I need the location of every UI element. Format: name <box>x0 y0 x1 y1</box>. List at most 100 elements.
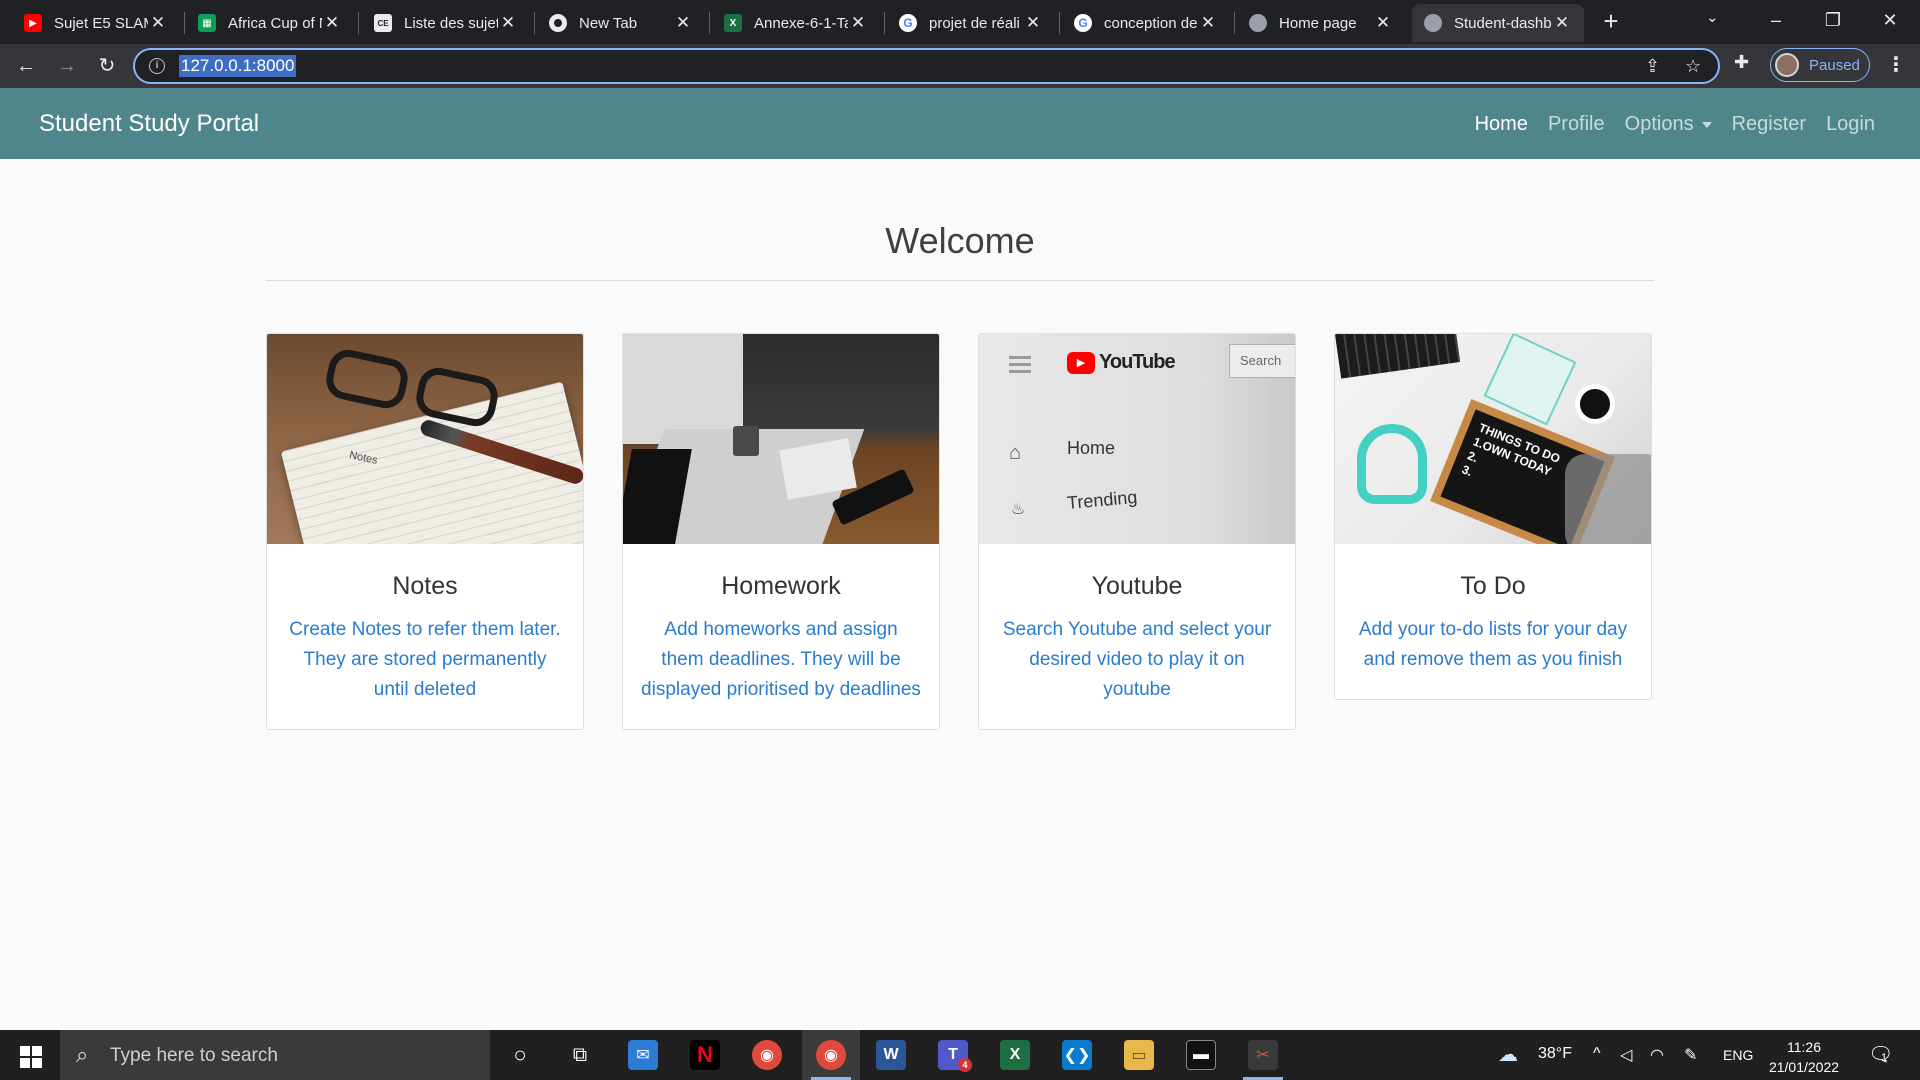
tab-separator <box>709 12 710 34</box>
card-description[interactable]: Add your to-do lists for your day and re… <box>1335 601 1651 699</box>
browser-tab[interactable]: New Tab ✕ <box>537 4 705 42</box>
taskbar-search-box[interactable]: ⌕ Type here to search <box>60 1030 490 1080</box>
site-brand[interactable]: Student Study Portal <box>39 110 259 138</box>
browser-tab[interactable]: CE Liste des sujet ✕ <box>362 4 530 42</box>
tab-title: Home page <box>1279 14 1357 32</box>
file-explorer-icon[interactable]: ▭ <box>1124 1040 1154 1070</box>
notes-image: Notes <box>267 334 583 544</box>
tab-title: Africa Cup of N <box>228 14 322 32</box>
browser-tab-active[interactable]: Student-dashb ✕ <box>1412 4 1584 42</box>
reload-button[interactable]: ↻ <box>91 50 123 82</box>
close-icon[interactable]: ✕ <box>322 13 342 33</box>
netflix-icon[interactable]: N <box>690 1040 720 1070</box>
terminal-icon[interactable]: ▬ <box>1186 1040 1216 1070</box>
forward-button[interactable]: → <box>51 50 83 82</box>
restore-button[interactable]: ❐ <box>1805 4 1861 36</box>
profile-button[interactable]: Paused <box>1770 48 1870 82</box>
weather-temperature[interactable]: 38°F <box>1538 1045 1572 1063</box>
globe-icon <box>1424 14 1442 32</box>
close-icon[interactable]: ✕ <box>1373 13 1393 33</box>
excel-icon: X <box>724 14 742 32</box>
volume-icon[interactable]: ◁ <box>1620 1045 1632 1065</box>
card-title: Homework <box>721 572 841 600</box>
teams-badge: 4 <box>958 1058 972 1072</box>
system-clock[interactable]: 11:26 21/01/2022 <box>1768 1037 1840 1077</box>
bookmark-star-icon[interactable]: ☆ <box>1685 56 1701 77</box>
tab-separator <box>884 12 885 34</box>
weather-cloud-icon[interactable]: ☁ <box>1498 1042 1518 1067</box>
vscode-icon[interactable]: ❮❯ <box>1062 1040 1092 1070</box>
snipping-tool-icon[interactable]: ✂ <box>1248 1040 1278 1070</box>
url-text[interactable]: 127.0.0.1:8000 <box>179 55 297 77</box>
tab-separator <box>358 12 359 34</box>
youtube-menu-home: Home <box>1067 438 1116 458</box>
close-icon[interactable]: ✕ <box>1552 13 1572 33</box>
close-icon[interactable]: ✕ <box>148 13 168 33</box>
youtube-icon: ▶ <box>1067 352 1095 374</box>
browser-tab[interactable]: G projet de réali ✕ <box>887 4 1055 42</box>
close-icon[interactable]: ✕ <box>1198 13 1218 33</box>
nav-options-dropdown[interactable]: Options <box>1625 113 1712 136</box>
caret-down-icon <box>1701 121 1712 128</box>
windows-start-icon[interactable] <box>20 1046 42 1068</box>
tab-title: Student-dashb <box>1454 14 1552 32</box>
network-icon[interactable]: ◠ <box>1650 1045 1664 1065</box>
cortana-icon[interactable]: ○ <box>505 1040 535 1070</box>
share-icon[interactable]: ⇪ <box>1645 56 1660 77</box>
tab-title: projet de réali <box>929 14 1020 32</box>
card-description[interactable]: Create Notes to refer them later. They a… <box>267 601 583 729</box>
browser-tab[interactable]: X Annexe-6-1-Ta ✕ <box>712 4 880 42</box>
notes-card[interactable]: Notes Notes Create Notes to refer them l… <box>266 333 584 730</box>
tab-title: conception de <box>1104 14 1198 32</box>
extensions-puzzle-icon[interactable]: ✚ <box>1734 52 1749 73</box>
minimize-button[interactable]: – <box>1748 4 1804 36</box>
taskbar-search-placeholder: Type here to search <box>110 1045 278 1066</box>
mail-icon[interactable]: ✉ <box>628 1040 658 1070</box>
windows-taskbar: ⌕ Type here to search ○ ⧉ ✉ N ◉ ◉ W T4 X… <box>0 1030 1920 1080</box>
youtube-logo-text: YouTube <box>1099 351 1176 373</box>
browser-tab-strip: ▶ Sujet E5 SLAM ✕ ▦ Africa Cup of N ✕ CE… <box>0 0 1920 44</box>
chrome-profile-icon[interactable]: ◉ <box>752 1040 782 1070</box>
new-tab-button[interactable]: + <box>1596 6 1626 36</box>
browser-menu-icon[interactable]: ⋮ <box>1886 52 1906 77</box>
task-view-icon[interactable]: ⧉ <box>565 1040 595 1070</box>
browser-tab[interactable]: ▶ Sujet E5 SLAM ✕ <box>12 4 180 42</box>
excel-icon[interactable]: X <box>1000 1040 1030 1070</box>
chrome-icon[interactable]: ◉ <box>816 1040 846 1070</box>
tab-search-chevron-icon[interactable]: ⌄ <box>1706 8 1719 26</box>
homework-card[interactable]: Homework Add homeworks and assign them d… <box>622 333 940 730</box>
close-icon[interactable]: ✕ <box>673 13 693 33</box>
nav-login-link[interactable]: Login <box>1826 113 1875 136</box>
back-button[interactable]: ← <box>10 50 42 82</box>
browser-tab[interactable]: G conception de ✕ <box>1062 4 1230 42</box>
browser-tab[interactable]: ▦ Africa Cup of N ✕ <box>186 4 354 42</box>
close-icon[interactable]: ✕ <box>848 13 868 33</box>
tab-separator <box>1059 12 1060 34</box>
card-description[interactable]: Search Youtube and select your desired v… <box>979 601 1295 729</box>
window-close-button[interactable]: ✕ <box>1862 4 1918 36</box>
close-icon[interactable]: ✕ <box>498 13 518 33</box>
notifications-icon[interactable]: 🗨 1 <box>1868 1042 1893 1067</box>
nav-home-link[interactable]: Home <box>1475 113 1528 136</box>
clock-date: 21/01/2022 <box>1768 1059 1840 1075</box>
browser-tab[interactable]: Home page ✕ <box>1237 4 1405 42</box>
search-icon: ⌕ <box>76 1042 89 1067</box>
card-description[interactable]: Add homeworks and assign them deadlines.… <box>623 601 939 729</box>
youtube-card[interactable]: ▶ YouTube Search ⌂ Home ♨ Trending Youtu… <box>978 333 1296 730</box>
word-icon[interactable]: W <box>876 1040 906 1070</box>
nav-register-link[interactable]: Register <box>1732 113 1806 136</box>
pen-icon[interactable]: ✎ <box>1684 1045 1697 1065</box>
language-indicator[interactable]: ENG <box>1723 1047 1753 1063</box>
site-info-icon[interactable]: i <box>149 58 165 74</box>
teams-icon[interactable]: T4 <box>938 1040 972 1072</box>
todo-card[interactable]: THINGS TO DO 1.OWN TODAY 2. 3. To Do Add… <box>1334 333 1652 700</box>
nav-profile-link[interactable]: Profile <box>1548 113 1605 136</box>
avatar <box>1775 53 1799 77</box>
close-icon[interactable]: ✕ <box>1023 13 1043 33</box>
tab-separator <box>1234 12 1235 34</box>
show-hidden-icons-chevron-icon[interactable]: ^ <box>1593 1045 1601 1063</box>
card-title: Youtube <box>1091 572 1183 600</box>
tab-title: New Tab <box>579 14 638 32</box>
address-bar[interactable]: i 127.0.0.1:8000 ⇪ ☆ <box>133 48 1720 84</box>
profile-status: Paused <box>1809 56 1860 74</box>
